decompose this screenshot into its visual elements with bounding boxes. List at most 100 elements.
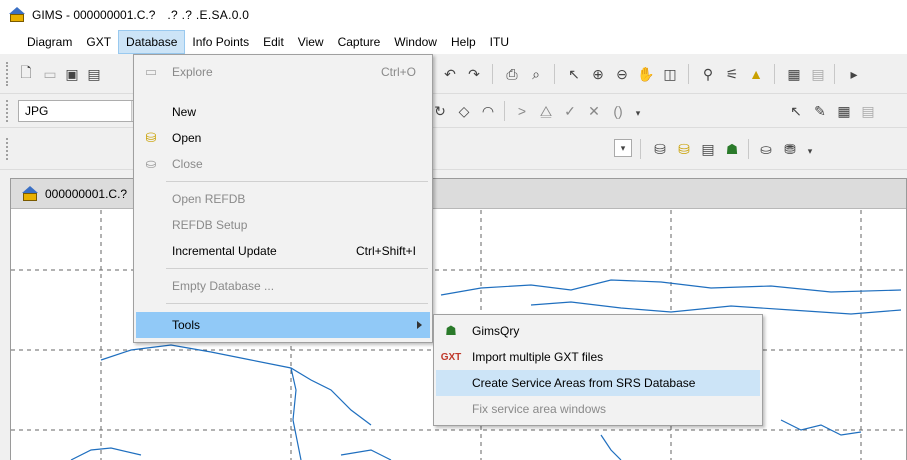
save-as-icon[interactable]: ▤ <box>84 64 104 84</box>
undo-icon[interactable]: ↶ <box>440 64 460 84</box>
db-table-icon[interactable]: ▤ <box>698 139 718 159</box>
edit-point-icon[interactable]: ✎ <box>810 101 830 121</box>
toolbar-grip[interactable] <box>6 138 8 160</box>
toolbar-separator <box>492 64 493 84</box>
menu-database[interactable]: Database <box>118 30 186 54</box>
tools-submenu: ☗ GimsQry GXT Import multiple GXT files … <box>433 314 763 426</box>
menu-item-refdb-setup[interactable]: REFDB Setup <box>136 212 430 238</box>
menu-view[interactable]: View <box>291 30 331 54</box>
tools-label: Tools <box>172 318 201 332</box>
mirror-icon[interactable]: ⧋ <box>536 101 556 121</box>
toolbar-grip[interactable] <box>6 62 8 86</box>
print-preview-icon[interactable]: ⌕ <box>526 64 546 84</box>
cursor-icon[interactable]: ▸ <box>844 64 864 84</box>
diagram-window-title: 000000001.C.? <box>45 186 128 201</box>
zoom-out-icon[interactable]: ⊖ <box>612 64 632 84</box>
lasso-icon[interactable]: ◠ <box>478 101 498 121</box>
zoom-in-icon[interactable]: ⊕ <box>588 64 608 84</box>
open-database-icon: ⛁ <box>145 130 157 145</box>
cross-icon[interactable]: ✕ <box>584 101 604 121</box>
menu-diagram[interactable]: Diagram <box>20 30 79 54</box>
menu-item-open[interactable]: ⛁ Open <box>136 125 430 151</box>
db-explore-icon[interactable]: ⛁ <box>650 139 670 159</box>
database-menu: ▭ Explore Ctrl+O New ⛁ Open ⛀ Close Open… <box>133 54 433 343</box>
menu-window[interactable]: Window <box>387 30 444 54</box>
close-database-icon: ⛀ <box>145 156 157 171</box>
menu-item-new[interactable]: New <box>136 99 430 125</box>
menu-item-import-gxt[interactable]: GXT Import multiple GXT files <box>436 344 760 370</box>
db-settings-icon[interactable]: ⛃ <box>780 139 800 159</box>
parentheses-icon[interactable]: () <box>608 101 628 121</box>
dropdown-box-icon[interactable]: ▾ <box>614 139 632 157</box>
menu-item-explore[interactable]: ▭ Explore Ctrl+O <box>136 59 430 85</box>
window-title: GIMS - 000000001.C.? <box>32 8 156 22</box>
toolbar-separator <box>834 64 835 84</box>
menu-item-fix-service-area-windows[interactable]: Fix service area windows <box>436 396 760 422</box>
table-view-icon[interactable]: ▤ <box>858 101 878 121</box>
menu-item-close[interactable]: ⛀ Close <box>136 151 430 177</box>
grid-select-icon[interactable]: ▦ <box>834 101 854 121</box>
antenna-icon[interactable]: ⚲ <box>698 64 718 84</box>
toolbar-separator <box>774 64 775 84</box>
diagram-window-icon <box>21 185 39 202</box>
open-folder-icon[interactable]: ▭ <box>40 64 60 84</box>
toolbar-separator <box>504 101 505 121</box>
toolbar-separator <box>640 139 641 159</box>
polyline-icon[interactable]: > <box>512 101 532 121</box>
import-gxt-label: Import multiple GXT files <box>472 350 604 364</box>
incremental-update-label: Incremental Update <box>172 244 277 258</box>
print-icon[interactable]: ⎙ <box>502 64 522 84</box>
format-combo-value: JPG <box>25 104 49 118</box>
menu-separator <box>166 268 428 269</box>
explore-icon: ▭ <box>144 64 158 79</box>
open-refdb-label: Open REFDB <box>172 192 246 206</box>
select-pointer-icon[interactable]: ↖ <box>564 64 584 84</box>
draw-tool-icon[interactable]: ▲ <box>746 64 766 84</box>
incremental-update-shortcut: Ctrl+Shift+I <box>355 244 416 258</box>
dropdown-arrow-icon[interactable]: ▾ <box>800 141 820 161</box>
add-point-icon[interactable]: ↖ <box>786 101 806 121</box>
explore-label: Explore <box>172 65 213 79</box>
dropdown-arrow-icon[interactable]: ▾ <box>628 103 648 123</box>
menu-gxt[interactable]: GXT <box>79 30 118 54</box>
gimsqry-label: GimsQry <box>472 324 520 338</box>
satellite-icon[interactable]: ⚟ <box>722 64 742 84</box>
new-document-icon[interactable]: 🗋 <box>16 64 36 84</box>
fix-windows-label: Fix service area windows <box>472 402 607 416</box>
open-label: Open <box>172 131 202 145</box>
create-service-areas-label: Create Service Areas from SRS Database <box>472 376 696 390</box>
menu-item-incremental-update[interactable]: Incremental Update Ctrl+Shift+I <box>136 238 430 264</box>
check-icon[interactable]: ✓ <box>560 101 580 121</box>
shape-edit-icon[interactable]: ◇ <box>454 101 474 121</box>
menu-item-create-service-areas[interactable]: Create Service Areas from SRS Database <box>436 370 760 396</box>
menu-item-gimsqry[interactable]: ☗ GimsQry <box>436 318 760 344</box>
explore-shortcut: Ctrl+O <box>380 65 416 79</box>
menu-item-empty-database[interactable]: Empty Database ... <box>136 273 430 299</box>
db-close-icon[interactable]: ⛀ <box>756 139 776 159</box>
gims-app-icon <box>8 7 26 23</box>
menu-help[interactable]: Help <box>444 30 483 54</box>
zoom-window-icon[interactable]: ◫ <box>660 64 680 84</box>
menu-item-open-refdb[interactable]: Open REFDB <box>136 186 430 212</box>
format-combo[interactable]: JPG ▾ <box>18 100 148 122</box>
rotate-icon[interactable]: ↻ <box>430 101 450 121</box>
redo-icon[interactable]: ↷ <box>464 64 484 84</box>
menu-info-points[interactable]: Info Points <box>185 30 256 54</box>
toolbar-separator <box>688 64 689 84</box>
menu-separator <box>166 181 428 182</box>
gimsqry-icon[interactable]: ☗ <box>722 139 742 159</box>
submenu-arrow-icon <box>417 321 422 329</box>
pan-hand-icon[interactable]: ✋ <box>636 64 656 84</box>
empty-database-label: Empty Database ... <box>172 279 275 293</box>
refdb-setup-label: REFDB Setup <box>172 218 248 232</box>
toolbar-grip[interactable] <box>6 100 8 122</box>
db-open-icon[interactable]: ⛁ <box>674 139 694 159</box>
grid-icon[interactable]: ▦ <box>784 64 804 84</box>
table-icon[interactable]: ▤ <box>808 64 828 84</box>
save-icon[interactable]: ▣ <box>62 64 82 84</box>
menu-edit[interactable]: Edit <box>256 30 291 54</box>
menu-itu[interactable]: ITU <box>483 30 516 54</box>
title-bar: GIMS - 000000001.C.? .? .? .E.SA.0.0 <box>0 0 907 30</box>
menu-capture[interactable]: Capture <box>331 30 388 54</box>
menu-item-tools[interactable]: Tools <box>136 312 430 338</box>
